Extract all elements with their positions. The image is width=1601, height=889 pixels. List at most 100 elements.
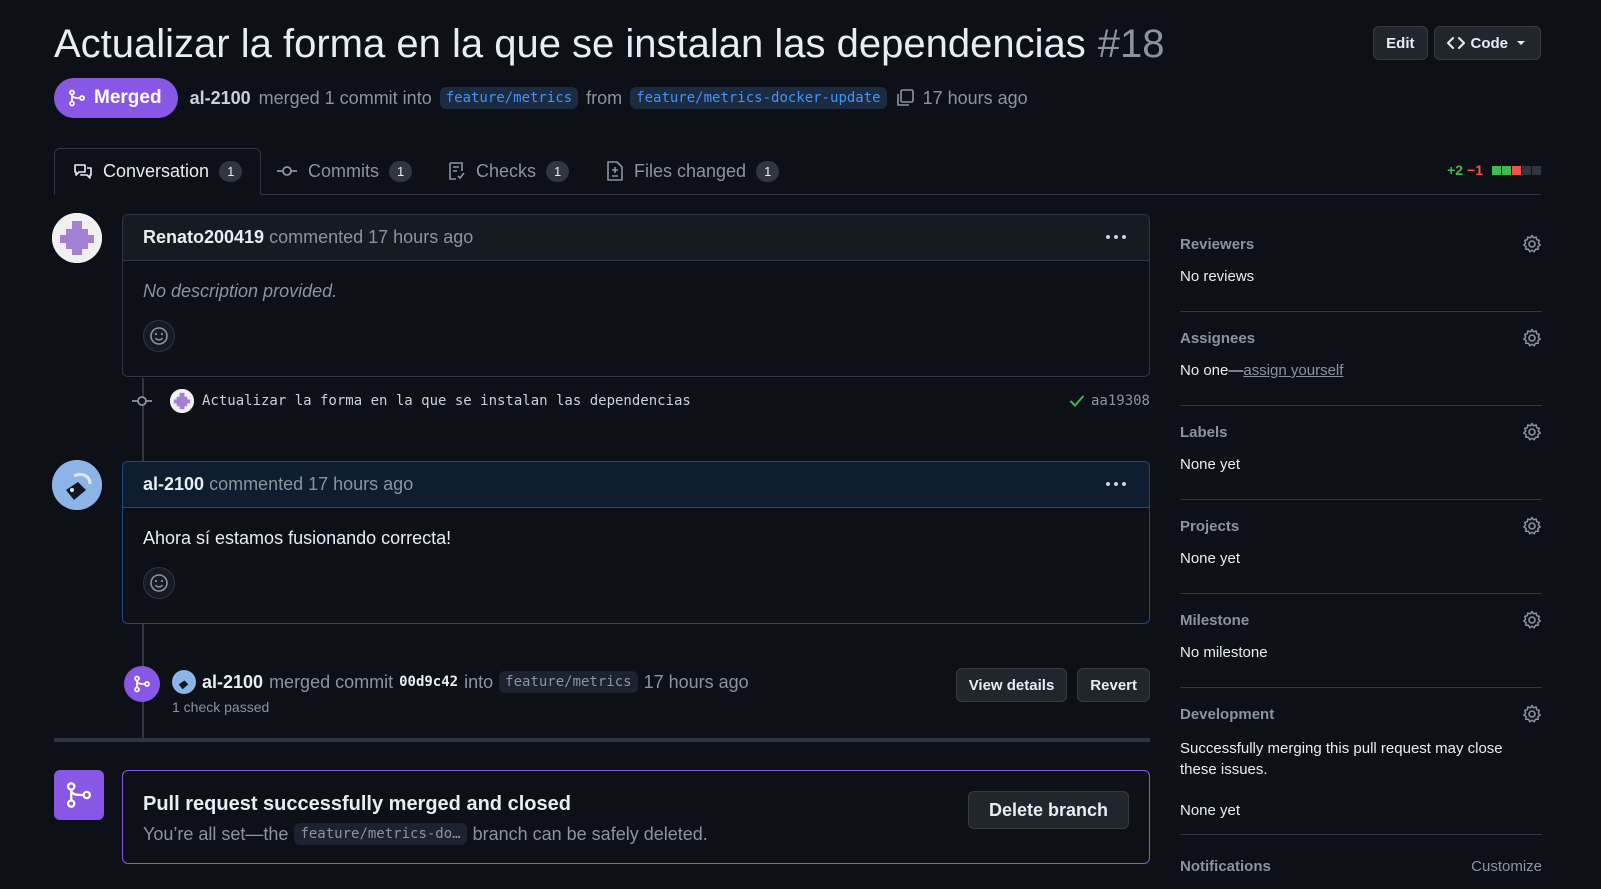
add-reaction-button[interactable] <box>143 320 175 352</box>
git-commit-icon <box>277 166 297 176</box>
merge-commit-sha[interactable]: 00d9c42 <box>399 674 458 690</box>
edit-button[interactable]: Edit <box>1373 26 1428 60</box>
commit-sha-link[interactable]: aa19308 <box>1091 393 1150 409</box>
add-reaction-button[interactable] <box>143 567 175 599</box>
smiley-icon <box>150 574 168 592</box>
merge-event-author[interactable]: al-2100 <box>202 672 263 693</box>
merge-event-text: al-2100 merged commit 00d9c42 into featu… <box>172 670 749 694</box>
tab-checks-label: Checks <box>476 160 537 181</box>
from-text: from <box>586 87 623 108</box>
tab-commits-count: 1 <box>389 160 413 182</box>
sidebar-value-reviewers: No reviews <box>1180 268 1255 285</box>
assignees-none-text: No one— <box>1180 362 1244 379</box>
sidebar-value-labels: None yet <box>1180 456 1241 473</box>
commit-sha-group: aa19308 <box>1069 393 1150 409</box>
comment-time[interactable]: 17 hours ago <box>368 227 473 248</box>
avatar[interactable] <box>172 670 196 694</box>
comment-header: Renato200419 commented 17 hours ago <box>123 215 1149 261</box>
deletable-branch[interactable]: feature/metrics-do… <box>294 823 467 845</box>
merge-author-link[interactable]: al-2100 <box>190 88 251 109</box>
head-branch[interactable]: feature/metrics-docker-update <box>630 87 887 109</box>
merge-target-branch[interactable]: feature/metrics <box>499 671 638 693</box>
gear-icon[interactable] <box>1522 328 1542 348</box>
gear-icon[interactable] <box>1522 610 1542 630</box>
sidebar-section-projects: Projects None yet <box>1180 500 1542 594</box>
kebab-horizontal-icon[interactable] <box>1105 475 1127 493</box>
merged-status-icon-box <box>54 770 104 820</box>
diffstat: +2 −1 <box>1447 162 1541 178</box>
tab-conversation-count: 1 <box>219 161 243 182</box>
sidebar-title-projects: Projects <box>1180 518 1240 535</box>
user-avatar-icon <box>52 460 102 510</box>
merged-status-box: Pull request successfully merged and clo… <box>122 770 1150 864</box>
checks-passed-text[interactable]: 1 check passed <box>172 699 269 715</box>
code-icon <box>1446 37 1465 49</box>
commit-message-link[interactable]: Actualizar la forma en la que se instala… <box>202 393 691 409</box>
commit-row: Actualizar la forma en la que se instala… <box>130 386 1150 416</box>
pr-header: Actualizar la forma en la que se instala… <box>54 18 1541 74</box>
merge-event-badge <box>124 666 160 702</box>
gear-icon[interactable] <box>1522 704 1542 724</box>
git-merge-icon <box>69 89 85 107</box>
base-branch[interactable]: feature/metrics <box>439 87 579 109</box>
pr-title-text: Actualizar la forma en la que se instala… <box>54 22 1086 66</box>
gear-icon[interactable] <box>1522 422 1542 442</box>
tab-files-changed[interactable]: Files changed 1 <box>588 148 797 194</box>
comment-author[interactable]: Renato200419 <box>143 227 264 248</box>
git-merge-icon <box>66 782 92 808</box>
customize-notifications-link[interactable]: Customize <box>1471 858 1542 875</box>
copy-icon[interactable] <box>895 88 915 108</box>
comment-header: al-2100 commented 17 hours ago <box>123 462 1149 508</box>
tab-commits[interactable]: Commits 1 <box>258 148 430 194</box>
merge-event-into: into <box>464 671 494 692</box>
merge-event: al-2100 merged commit 00d9c42 into featu… <box>124 664 1150 720</box>
avatar[interactable] <box>170 389 194 413</box>
git-commit-icon <box>132 396 152 406</box>
identicon-avatar-icon <box>52 213 102 263</box>
avatar[interactable] <box>52 460 102 510</box>
gear-icon[interactable] <box>1522 516 1542 536</box>
code-button[interactable]: Code <box>1433 26 1541 60</box>
comment-time[interactable]: 17 hours ago <box>308 474 413 495</box>
sidebar-section-reviewers: Reviewers No reviews <box>1180 218 1542 312</box>
sidebar-title-reviewers: Reviewers <box>1180 236 1255 253</box>
code-label: Code <box>1470 34 1509 52</box>
sidebar-value-projects: None yet <box>1180 550 1241 567</box>
sidebar-value-milestone: No milestone <box>1180 644 1268 661</box>
avatar[interactable] <box>52 213 102 263</box>
comment-card: Renato200419 commented 17 hours ago No d… <box>122 214 1150 377</box>
comment-author[interactable]: al-2100 <box>143 474 204 495</box>
merge-event-action: merged commit <box>269 671 394 692</box>
merge-event-time[interactable]: 17 hours ago <box>644 672 749 693</box>
tab-checks[interactable]: Checks 1 <box>430 148 587 194</box>
merged-status-suffix: branch can be safely deleted. <box>472 823 708 844</box>
comment-discussion-icon <box>74 163 92 179</box>
revert-button[interactable]: Revert <box>1077 668 1150 702</box>
file-diff-icon <box>607 161 623 181</box>
diffstat-deletions: −1 <box>1467 162 1483 178</box>
pr-tabs: Conversation 1 Commits 1 Checks 1 Files … <box>54 148 1541 195</box>
gear-icon[interactable] <box>1522 234 1542 254</box>
tab-conversation-label: Conversation <box>103 161 210 181</box>
assign-yourself-link[interactable]: assign yourself <box>1243 362 1343 379</box>
sidebar-section-labels: Labels None yet <box>1180 406 1542 500</box>
merged-status-title: Pull request successfully merged and clo… <box>143 793 571 815</box>
tab-commits-label: Commits <box>308 160 379 181</box>
merged-state-badge: Merged <box>54 78 178 118</box>
tab-files-changed-label: Files changed <box>634 160 747 181</box>
delete-branch-button[interactable]: Delete branch <box>967 791 1129 829</box>
pr-sidebar: Reviewers No reviews Assignees No one—as… <box>1180 218 1542 875</box>
sidebar-title-development: Development <box>1180 706 1275 723</box>
comment-action: commented <box>269 227 364 247</box>
kebab-horizontal-icon[interactable] <box>1105 228 1127 246</box>
merged-status-subtitle: You’re all set—the feature/metrics-do… b… <box>143 823 708 845</box>
view-details-button[interactable]: View details <box>955 668 1068 702</box>
merge-action-text: merged 1 commit into <box>258 87 432 108</box>
tab-conversation[interactable]: Conversation 1 <box>54 148 262 195</box>
checklist-icon <box>449 162 465 180</box>
sidebar-section-milestone: Milestone No milestone <box>1180 594 1542 688</box>
sidebar-divider <box>1180 834 1542 835</box>
sidebar-title-milestone: Milestone <box>1180 612 1250 629</box>
check-icon[interactable] <box>1069 393 1085 409</box>
development-value: None yet <box>1180 802 1241 819</box>
